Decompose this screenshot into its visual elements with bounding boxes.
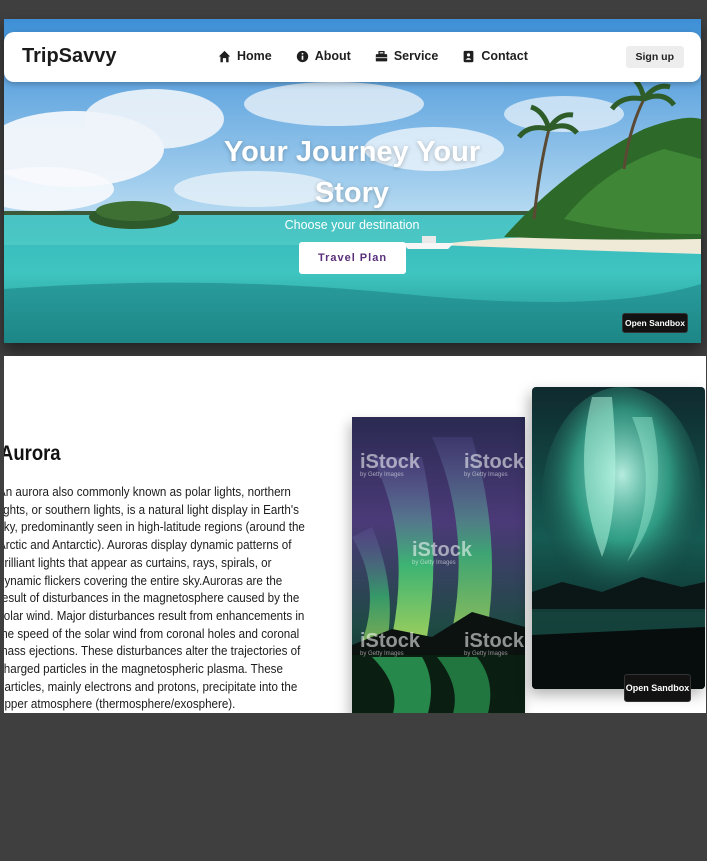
nav-label-service: Service xyxy=(393,49,439,63)
nav-item-contact[interactable]: Contact xyxy=(462,49,528,63)
watermark-text: iStock xyxy=(464,630,525,652)
info-icon xyxy=(296,50,308,62)
aurora-photo xyxy=(532,387,705,689)
aurora-description: An aurora also commonly known as polar l… xyxy=(4,484,305,712)
open-sandbox-button[interactable]: Open Sandbox xyxy=(624,674,691,702)
aurora-photo-watermarked: iStock by Getty Images iStock by Getty I… xyxy=(352,417,525,713)
watermark-text: iStock xyxy=(464,451,525,473)
contact-card-icon xyxy=(463,50,474,62)
nav-item-home[interactable]: Home xyxy=(218,49,272,63)
watermark: iStock by Getty Images xyxy=(360,630,420,657)
hero-section: TripSavvy Home About Service Contact Sig… xyxy=(4,19,701,343)
nav-item-about[interactable]: About xyxy=(296,49,351,63)
home-icon xyxy=(218,50,231,62)
watermark: iStock by Getty Images xyxy=(464,630,524,657)
top-navbar: TripSavvy Home About Service Contact Sig… xyxy=(4,32,701,82)
watermark-text: iStock xyxy=(360,451,421,473)
nav-label-about: About xyxy=(314,49,351,63)
nav-item-service[interactable]: Service xyxy=(375,49,438,63)
briefcase-icon xyxy=(375,50,388,61)
watermark: iStock by Getty Images xyxy=(464,451,524,478)
aurora-heading: Aurora xyxy=(4,442,61,465)
aurora-image-2 xyxy=(532,387,705,689)
watermark: iStock by Getty Images xyxy=(360,451,420,478)
hero-title: Your Journey Your Story xyxy=(223,136,481,209)
hero-subtitle: Choose your destination xyxy=(284,218,420,232)
sign-up-button[interactable]: Sign up xyxy=(625,46,684,68)
brand-logo[interactable]: TripSavvy xyxy=(22,45,117,68)
open-sandbox-button[interactable]: Open Sandbox xyxy=(622,313,688,333)
aurora-section: Aurora An aurora also commonly known as … xyxy=(4,356,706,713)
nav-label-home: Home xyxy=(237,49,272,63)
travel-plan-button[interactable]: Travel Plan xyxy=(299,242,406,274)
watermark-text: iStock xyxy=(412,539,473,561)
watermark: iStock by Getty Images xyxy=(412,539,472,566)
nav-links: Home About Service Contact xyxy=(218,49,552,63)
nav-label-contact: Contact xyxy=(481,49,528,63)
watermark-text: iStock xyxy=(360,630,421,652)
